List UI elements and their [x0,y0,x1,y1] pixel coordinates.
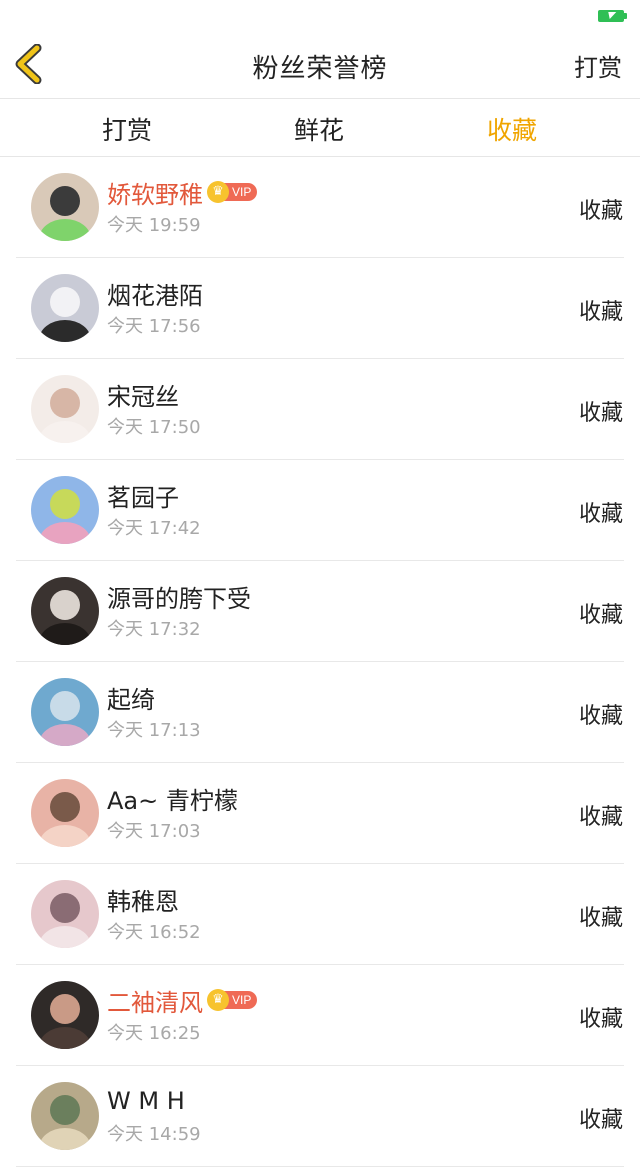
name-line: 二袖清风 ♛ VIP [107,985,258,1017]
name-line: W M H ♛ VIP [107,1086,185,1116]
fan-name: 起绮 [107,685,155,714]
reward-button[interactable]: 打赏 [574,48,622,83]
fan-name: 韩稚恩 [107,887,179,916]
tab-reward[interactable]: 打赏 [67,111,187,147]
fan-time: 今天 17:32 [107,619,201,640]
avatar[interactable] [31,678,99,746]
name-line: 烟花港陌 ♛ VIP [107,278,203,310]
fan-list: 娇软野稚 ♛ VIP 今天 19:59 收藏 烟花港陌 ♛ VIP 今天 17:… [0,157,640,1167]
fan-action-label: 收藏 [578,502,623,527]
fan-list-item[interactable]: 起绮 ♛ VIP 今天 17:13 收藏 [16,662,624,763]
fan-list-item[interactable]: 宋冠丝 ♛ VIP 今天 17:50 收藏 [16,359,624,460]
fan-time: 今天 14:59 [107,1124,201,1145]
name-line: 娇软野稚 ♛ VIP [107,177,258,209]
battery-charging-icon [598,10,627,22]
fan-time: 今天 16:25 [107,1023,201,1044]
fan-time: 今天 17:42 [107,518,201,539]
fan-action-label: 收藏 [578,1007,623,1032]
tab-flowers[interactable]: 鲜花 [259,111,379,147]
fan-name: 娇软野稚 [107,180,203,209]
fan-list-item[interactable]: 源哥的胯下受 ♛ VIP 今天 17:32 收藏 [16,561,624,662]
fan-action-label: 收藏 [578,300,623,325]
name-line: 韩稚恩 ♛ VIP [107,884,179,916]
fan-name: 源哥的胯下受 [107,584,251,613]
avatar[interactable] [31,1082,99,1150]
fan-list-item[interactable]: Aa~ 青柠檬 ♛ VIP 今天 17:03 收藏 [16,763,624,864]
tab-bar: 打赏 鲜花 收藏 [0,99,640,157]
name-line: Aa~ 青柠檬 ♛ VIP [107,783,238,815]
fan-list-item[interactable]: 烟花港陌 ♛ VIP 今天 17:56 收藏 [16,258,624,359]
fan-time: 今天 16:52 [107,922,201,943]
fan-name: 宋冠丝 [107,382,179,411]
crown-icon: ♛ [207,989,229,1011]
fan-list-item[interactable]: 娇软野稚 ♛ VIP 今天 19:59 收藏 [16,157,624,258]
avatar[interactable] [31,274,99,342]
fan-name: 烟花港陌 [107,281,203,310]
page-title: 粉丝荣誉榜 [252,54,388,84]
fan-action-label: 收藏 [578,199,623,224]
status-bar [0,0,640,30]
avatar[interactable] [31,981,99,1049]
fan-action-label: 收藏 [578,401,623,426]
fan-list-item[interactable]: 茗园子 ♛ VIP 今天 17:42 收藏 [16,460,624,561]
fan-time: 今天 17:56 [107,316,201,337]
tab-favorites[interactable]: 收藏 [452,111,572,147]
fan-time: 今天 17:50 [107,417,201,438]
crown-icon: ♛ [207,181,229,203]
header: 粉丝荣誉榜 打赏 [0,30,640,99]
avatar[interactable] [31,880,99,948]
name-line: 起绮 ♛ VIP [107,682,155,714]
fan-time: 今天 19:59 [107,215,201,236]
fan-list-item[interactable]: 韩稚恩 ♛ VIP 今天 16:52 收藏 [16,864,624,965]
fan-action-label: 收藏 [578,906,623,931]
name-line: 源哥的胯下受 ♛ VIP [107,581,251,613]
avatar[interactable] [31,375,99,443]
avatar[interactable] [31,173,99,241]
avatar[interactable] [31,476,99,544]
avatar[interactable] [31,577,99,645]
fan-action-label: 收藏 [578,805,623,830]
fan-action-label: 收藏 [578,704,623,729]
fan-time: 今天 17:13 [107,720,201,741]
fan-list-item[interactable]: W M H ♛ VIP 今天 14:59 收藏 [16,1066,624,1167]
fan-name: 二袖清风 [107,988,203,1017]
fan-action-label: 收藏 [578,1108,623,1133]
vip-badge: ♛ VIP [207,989,258,1011]
name-line: 茗园子 ♛ VIP [107,480,179,512]
avatar[interactable] [31,779,99,847]
fan-name: W M H [107,1087,185,1115]
fan-list-item[interactable]: 二袖清风 ♛ VIP 今天 16:25 收藏 [16,965,624,1066]
fan-action-label: 收藏 [578,603,623,628]
fan-time: 今天 17:03 [107,821,201,842]
fan-name: Aa~ 青柠檬 [107,786,238,815]
fan-name: 茗园子 [107,483,179,512]
vip-badge: ♛ VIP [207,181,258,203]
name-line: 宋冠丝 ♛ VIP [107,379,179,411]
